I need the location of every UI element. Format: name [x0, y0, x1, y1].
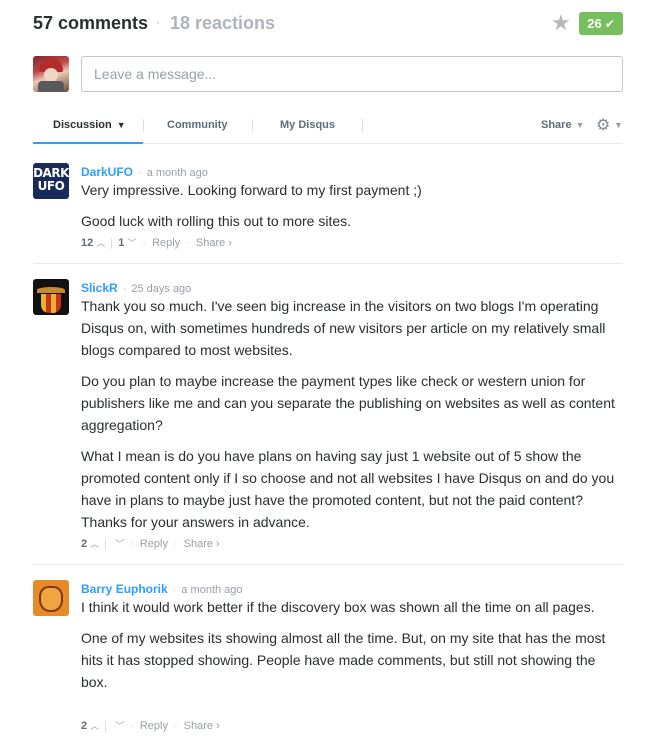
thread-header: 57 comments · 18 reactions ★ 26 ✔: [33, 10, 623, 38]
post-meta: SlickR · 25 days ago: [81, 281, 192, 295]
upvote-icon[interactable]: ︿: [90, 539, 99, 549]
upvote-count: 12: [81, 237, 94, 249]
share-button[interactable]: Share ›: [184, 720, 220, 732]
reply-button[interactable]: Reply: [152, 237, 180, 249]
post-time[interactable]: a month ago: [147, 167, 208, 179]
upvote-icon[interactable]: ︿: [96, 238, 105, 248]
author-name[interactable]: DarkUFO: [81, 165, 133, 179]
downvote-icon[interactable]: ﹀: [127, 238, 136, 248]
tab-community[interactable]: Community: [167, 119, 228, 131]
author-avatar[interactable]: [33, 580, 69, 616]
post-footer: 12 ︿ 1 ﹀ · Reply · Share ›: [81, 237, 232, 249]
tab-my-disqus[interactable]: My Disqus: [280, 119, 335, 131]
separator-dot: ·: [155, 14, 161, 31]
downvote-icon[interactable]: ﹀: [115, 539, 124, 549]
share-label: Share: [541, 119, 572, 131]
caret-down-icon: ▼: [575, 120, 585, 130]
gear-icon[interactable]: ⚙: [596, 115, 610, 135]
upvote-icon[interactable]: ︿: [90, 721, 99, 731]
author-name[interactable]: Barry Euphorik: [81, 582, 168, 596]
reply-button[interactable]: Reply: [140, 720, 168, 732]
message-input[interactable]: Leave a message...: [81, 56, 623, 92]
avatar-text: UFO: [37, 179, 65, 193]
post-footer: 2 ︿ ﹀ · Reply · Share ›: [81, 720, 220, 732]
check-icon: ✔: [604, 17, 615, 31]
user-avatar[interactable]: [33, 56, 69, 92]
share-button[interactable]: Share ›: [184, 538, 220, 550]
post-paragraph: Do you plan to maybe increase the paymen…: [81, 373, 615, 433]
author-name[interactable]: SlickR: [81, 281, 118, 295]
tab-divider: [362, 119, 363, 132]
post-meta: DarkUFO · a month ago: [81, 165, 208, 179]
post-divider: [33, 263, 623, 264]
thread-tabs: Discussion ▼ Community My Disqus Share ▼ ⚙…: [33, 112, 623, 144]
recommend-badge[interactable]: 26 ✔: [579, 12, 623, 35]
recommend-count: 26: [587, 16, 602, 31]
downvote-icon[interactable]: ﹀: [115, 721, 124, 731]
post-footer: 2 ︿ ﹀ · Reply · Share ›: [81, 538, 220, 550]
comment-count: 57 comments: [33, 13, 149, 33]
post-body: Very impressive. Looking forward to my f…: [81, 179, 623, 241]
caret-down-icon: ▼: [116, 120, 126, 130]
post-paragraph: Very impressive. Looking forward to my f…: [81, 182, 422, 198]
tab-label: Discussion: [53, 119, 112, 131]
post-meta: Barry Euphorik · a month ago: [81, 582, 243, 596]
reply-button[interactable]: Reply: [140, 538, 168, 550]
share-button[interactable]: Share ›: [196, 237, 232, 249]
post-paragraph: I think it would work better if the disc…: [81, 599, 595, 615]
reactions-count[interactable]: 18 reactions: [170, 13, 275, 34]
author-avatar[interactable]: [33, 279, 69, 315]
post-paragraph: What I mean is do you have plans on havi…: [81, 448, 615, 530]
share-menu[interactable]: Share ▼: [541, 119, 585, 131]
post-time[interactable]: a month ago: [181, 584, 242, 596]
post-paragraph: One of my websites its showing almost al…: [81, 630, 606, 690]
post-divider: [33, 564, 623, 565]
compose-area: Leave a message...: [33, 56, 623, 92]
upvote-count: 2: [81, 720, 88, 732]
author-avatar[interactable]: DARK UFO: [33, 163, 69, 199]
tab-divider: [252, 119, 253, 132]
caret-down-icon[interactable]: ▼: [614, 120, 623, 130]
upvote-count: 2: [81, 538, 88, 550]
post-paragraph: Thank you so much. I've seen big increas…: [81, 298, 606, 358]
tab-discussion[interactable]: Discussion ▼: [33, 119, 143, 144]
downvote-count: 1: [118, 237, 125, 249]
post-body: I think it would work better if the disc…: [81, 596, 623, 702]
star-icon[interactable]: ★: [551, 12, 571, 34]
post-body: Thank you so much. I've seen big increas…: [81, 295, 623, 542]
post-paragraph: Good luck with rolling this out to more …: [81, 213, 352, 229]
post-time[interactable]: 25 days ago: [131, 283, 191, 295]
tab-divider: [143, 119, 144, 132]
